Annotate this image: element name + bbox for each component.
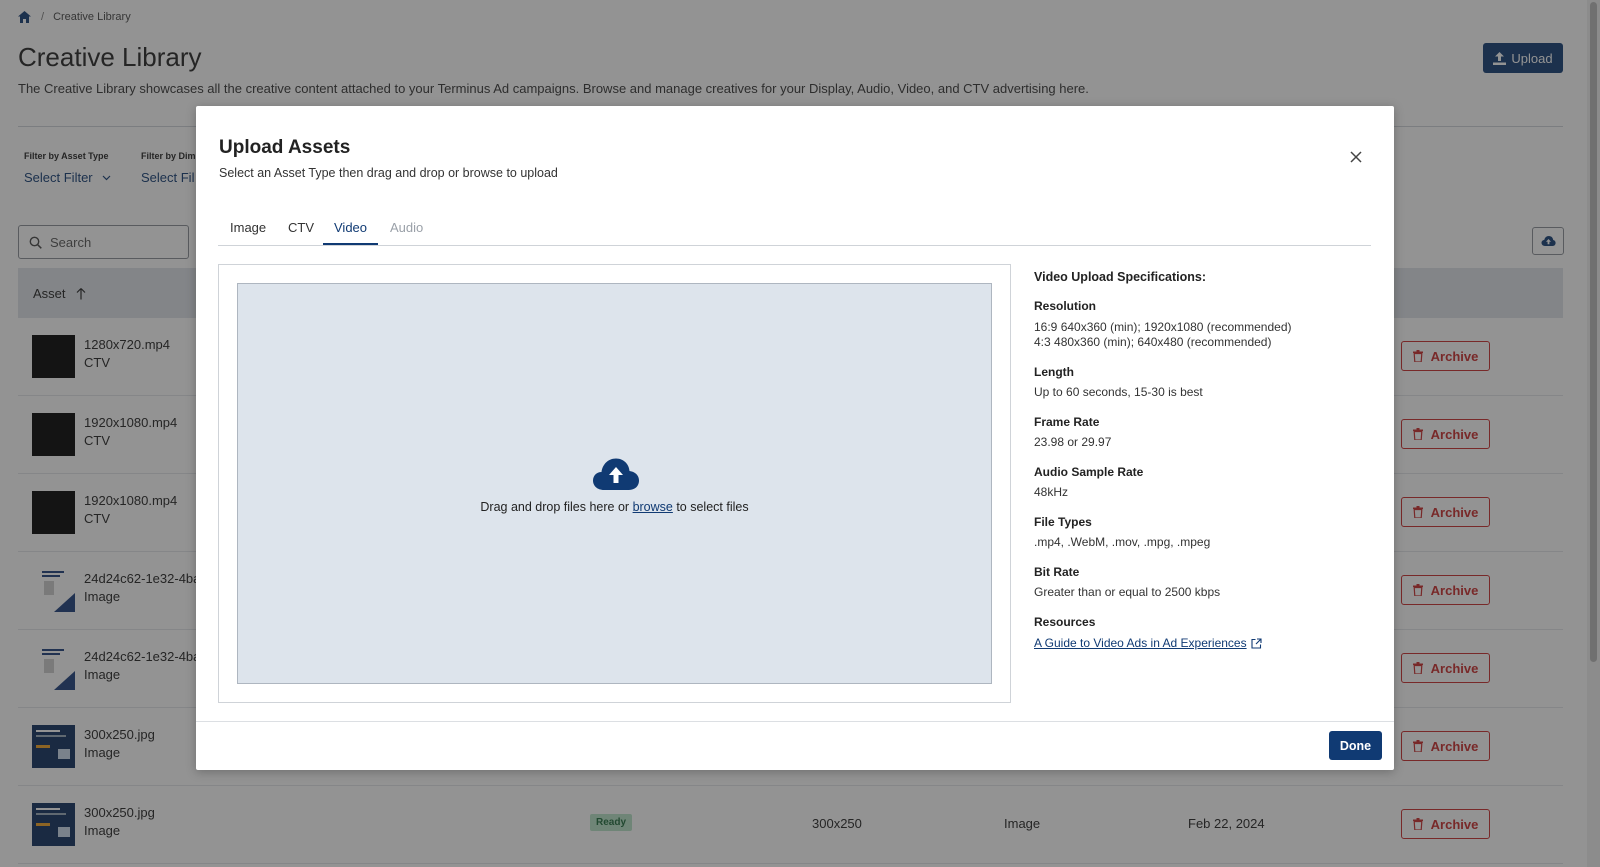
dropzone[interactable]: Drag and drop files here or browse to se… bbox=[237, 283, 992, 684]
upload-assets-modal: Upload Assets Select an Asset Type then … bbox=[196, 106, 1394, 770]
spec-audio-sample-rate-heading: Audio Sample Rate bbox=[1034, 465, 1144, 479]
tab-ctv[interactable]: CTV bbox=[288, 220, 314, 235]
done-button[interactable]: Done bbox=[1329, 731, 1382, 760]
spec-resolution-heading: Resolution bbox=[1034, 299, 1096, 313]
spec-bit-rate-value: Greater than or equal to 2500 kbps bbox=[1034, 585, 1221, 599]
spec-file-types-heading: File Types bbox=[1034, 515, 1092, 529]
specs-title: Video Upload Specifications: bbox=[1034, 270, 1207, 284]
browse-link[interactable]: browse bbox=[633, 500, 673, 514]
video-upload-specifications: Video Upload Specifications: Resolution … bbox=[1034, 264, 1374, 650]
spec-file-types-value: .mp4, .WebM, .mov, .mpg, .mpeg bbox=[1034, 535, 1211, 549]
asset-type-tabs: Image CTV Video Audio bbox=[218, 206, 1371, 246]
spec-frame-rate-heading: Frame Rate bbox=[1034, 415, 1100, 429]
tab-audio: Audio bbox=[390, 220, 424, 235]
spec-resolution-169: 16:9 640x360 (min); 1920x1080 (recommend… bbox=[1034, 320, 1292, 334]
modal-footer-divider bbox=[196, 721, 1394, 722]
active-tab-indicator bbox=[323, 243, 378, 245]
spec-length-value: Up to 60 seconds, 15-30 is best bbox=[1034, 385, 1203, 399]
modal-subtitle: Select an Asset Type then drag and drop … bbox=[219, 166, 558, 180]
dropzone-text-after: to select files bbox=[672, 500, 749, 514]
spec-length-heading: Length bbox=[1034, 365, 1074, 379]
cloud-upload-icon bbox=[593, 458, 639, 490]
tab-image[interactable]: Image bbox=[230, 220, 266, 235]
spec-frame-rate-value: 23.98 or 29.97 bbox=[1034, 435, 1112, 449]
spec-resources-heading: Resources bbox=[1034, 615, 1096, 629]
tab-video[interactable]: Video bbox=[334, 220, 367, 235]
spec-resolution-43: 4:3 480x360 (min); 640x480 (recommended) bbox=[1034, 335, 1272, 349]
spec-audio-sample-rate-value: 48kHz bbox=[1034, 485, 1069, 499]
external-link-icon bbox=[1251, 637, 1262, 649]
video-ads-guide-link[interactable]: A Guide to Video Ads in Ad Experiences bbox=[1034, 636, 1374, 650]
video-ads-guide-link-label: A Guide to Video Ads in Ad Experiences bbox=[1034, 636, 1247, 650]
spec-bit-rate-heading: Bit Rate bbox=[1034, 565, 1080, 579]
close-icon[interactable] bbox=[1349, 150, 1363, 164]
dropzone-instructions: Drag and drop files here or browse to se… bbox=[238, 500, 991, 514]
modal-title: Upload Assets bbox=[219, 137, 351, 158]
dropzone-text-before: Drag and drop files here or bbox=[480, 500, 633, 514]
dropzone-container: Drag and drop files here or browse to se… bbox=[218, 264, 1011, 703]
